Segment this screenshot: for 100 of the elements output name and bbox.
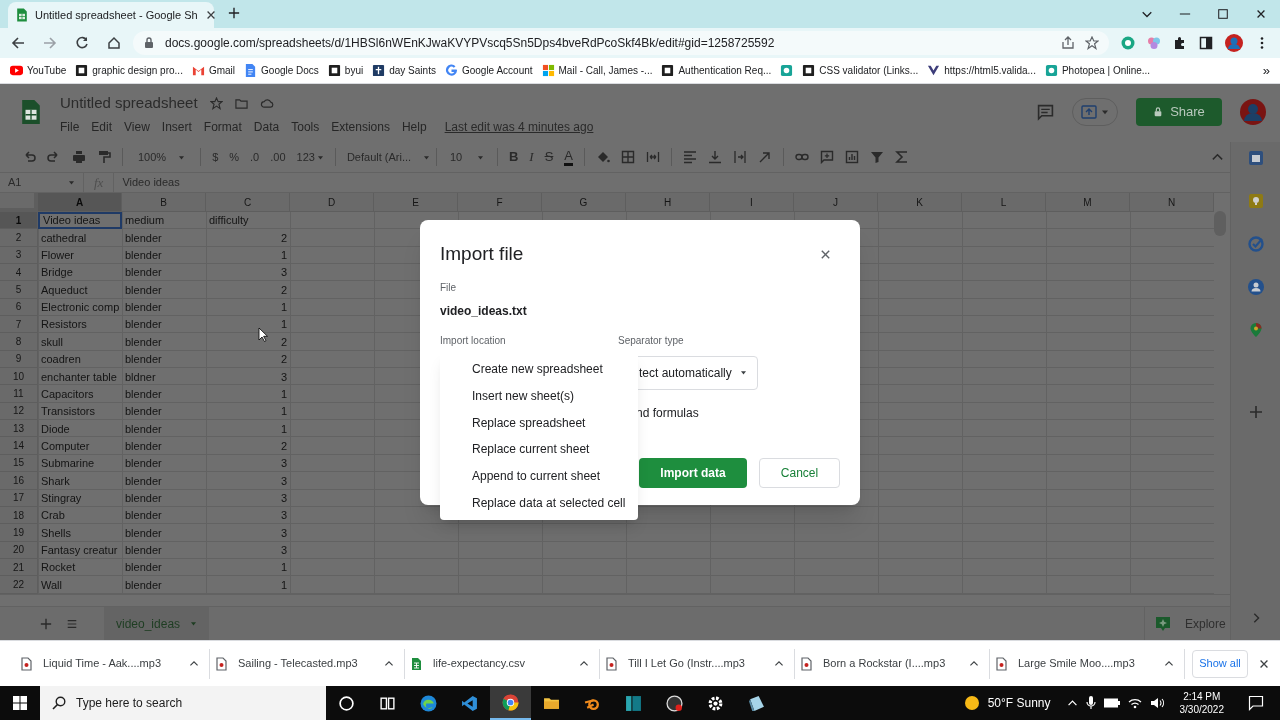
table-cell[interactable]: Crab — [38, 506, 122, 525]
menu-item[interactable]: Insert — [161, 117, 192, 136]
column-header[interactable]: J — [794, 193, 878, 212]
table-cell[interactable]: Resistors — [38, 316, 122, 334]
menu-item[interactable]: Extensions — [331, 117, 390, 136]
menu-item[interactable]: Data — [253, 117, 280, 136]
table-cell[interactable]: bldner — [122, 368, 206, 386]
column-header[interactable]: H — [626, 193, 710, 212]
italic-button[interactable]: I — [529, 147, 534, 167]
bookmark[interactable]: Google Docs — [244, 63, 319, 78]
font-dropdown[interactable]: Default (Ari... — [346, 148, 425, 166]
row-header[interactable]: 10 — [0, 368, 38, 386]
table-cell[interactable]: difficulty — [206, 212, 290, 230]
percent-format-button[interactable]: % — [229, 148, 240, 166]
table-cell[interactable]: blender — [122, 385, 206, 403]
font-size-dropdown[interactable]: 10 — [447, 148, 486, 166]
cancel-button[interactable]: Cancel — [759, 457, 840, 488]
table-cell[interactable]: Video ideas — [38, 212, 122, 230]
increase-decimals-button[interactable]: .00 — [270, 148, 286, 166]
search-field[interactable]: Type here to search — [40, 686, 326, 720]
row-header[interactable]: 2 — [0, 229, 38, 247]
zoom-dropdown[interactable]: 100% — [134, 148, 190, 166]
table-cell[interactable]: 3 — [206, 472, 290, 490]
table-cell[interactable]: 1 — [206, 246, 290, 265]
menu-item[interactable]: Tools — [291, 117, 320, 136]
table-cell[interactable]: 2 — [206, 350, 290, 369]
bookmark[interactable]: Mail - Call, James -... — [541, 63, 653, 78]
clock[interactable]: 2:14 PM 3/30/2022 — [1171, 690, 1232, 716]
column-header[interactable]: G — [542, 193, 626, 212]
download-item[interactable]: life-expectancy.csv — [405, 648, 600, 679]
table-cell[interactable]: 1 — [206, 558, 290, 577]
table-cell[interactable]: blender — [122, 264, 206, 282]
menu-option[interactable]: Create new spreadsheet — [440, 356, 638, 383]
table-cell[interactable]: 3 — [206, 454, 290, 473]
row-header[interactable]: 16 — [0, 472, 38, 490]
table-cell[interactable]: 2 — [206, 333, 290, 351]
table-cell[interactable]: 1 — [206, 385, 290, 403]
table-cell[interactable]: Shells — [38, 524, 122, 542]
menu-item[interactable]: Edit — [91, 117, 113, 136]
last-edit-link[interactable]: Last edit was 4 minutes ago — [444, 117, 594, 136]
table-cell[interactable]: Capacitors — [38, 385, 122, 403]
column-header[interactable]: I — [710, 193, 794, 212]
menu-option[interactable]: Append to current sheet — [440, 462, 638, 490]
row-header[interactable]: 14 — [0, 437, 38, 455]
table-cell[interactable]: cathedral — [38, 229, 122, 247]
table-cell[interactable]: blender — [122, 350, 206, 369]
download-item[interactable]: Liquid Time - Aak....mp3 — [15, 648, 210, 679]
row-header[interactable]: 7 — [0, 316, 38, 334]
table-cell[interactable]: Fantasy creatur — [38, 541, 122, 559]
menu-item[interactable]: Help — [401, 117, 427, 136]
menu-option[interactable]: Insert new sheet(s) — [440, 382, 638, 410]
more-bookmarks-button[interactable]: » — [1262, 60, 1270, 81]
table-cell[interactable]: blender — [122, 420, 206, 438]
currency-format-button[interactable]: $ — [212, 148, 219, 166]
table-cell[interactable]: Stingray — [38, 489, 122, 507]
table-cell[interactable]: blender — [122, 437, 206, 455]
bookmark[interactable]: day Saints — [372, 63, 436, 78]
table-cell[interactable]: 3 — [206, 368, 290, 386]
document-title[interactable]: Untitled spreadsheet — [60, 92, 198, 115]
table-cell[interactable]: enchanter table — [38, 368, 122, 386]
download-item[interactable]: Born a Rockstar (I....mp3 — [795, 648, 990, 679]
table-cell[interactable]: blender — [122, 506, 206, 525]
row-header[interactable]: 8 — [0, 333, 38, 351]
formula-field[interactable]: Video ideas — [114, 174, 180, 191]
table-cell[interactable]: blender — [122, 281, 206, 299]
table-cell[interactable]: blender — [122, 229, 206, 247]
bookmark[interactable]: Google Account — [444, 63, 533, 78]
table-cell[interactable]: Submarine — [38, 454, 122, 473]
name-box[interactable]: A1 — [0, 173, 84, 192]
row-header[interactable]: 22 — [0, 576, 38, 594]
table-cell[interactable]: Bridge — [38, 264, 122, 282]
table-cell[interactable]: coadren — [38, 350, 122, 369]
table-cell[interactable]: skull — [38, 333, 122, 351]
table-cell[interactable]: 2 — [206, 437, 290, 455]
table-cell[interactable]: 3 — [206, 264, 290, 282]
bold-button[interactable]: B — [508, 147, 519, 167]
row-header[interactable]: 5 — [0, 281, 38, 299]
browser-tab[interactable]: Untitled spreadsheet - Google Sh — [8, 2, 214, 28]
table-cell[interactable]: Shark — [38, 472, 122, 490]
table-cell[interactable]: 3 — [206, 541, 290, 559]
bookmark[interactable]: https://html5.valida... — [927, 63, 1036, 78]
table-cell[interactable]: Diode — [38, 420, 122, 438]
table-cell[interactable]: blender — [122, 489, 206, 507]
strikethrough-button[interactable]: S — [544, 147, 554, 167]
table-cell[interactable]: Electronic comp — [38, 298, 122, 317]
download-item[interactable]: Till I Let Go (Instr....mp3 — [600, 648, 795, 679]
bookmark[interactable]: Photopea | Online... — [1044, 63, 1151, 78]
share-button[interactable]: Share — [1136, 98, 1222, 126]
bookmark[interactable]: graphic design pro... — [75, 63, 183, 78]
sheet-tab[interactable]: video_ideas — [104, 607, 210, 640]
bookmark[interactable]: Authentication Req... — [661, 63, 772, 78]
table-cell[interactable]: 1 — [206, 316, 290, 334]
table-cell[interactable]: 3 — [206, 489, 290, 507]
number-format-dropdown[interactable]: 123 — [296, 148, 324, 166]
table-cell[interactable]: 3 — [206, 524, 290, 542]
table-cell[interactable]: 2 — [206, 229, 290, 247]
table-cell[interactable]: Transistors — [38, 402, 122, 421]
table-cell[interactable]: 1 — [206, 576, 290, 594]
table-cell[interactable]: 1 — [206, 420, 290, 438]
table-cell[interactable]: medium — [122, 212, 206, 230]
